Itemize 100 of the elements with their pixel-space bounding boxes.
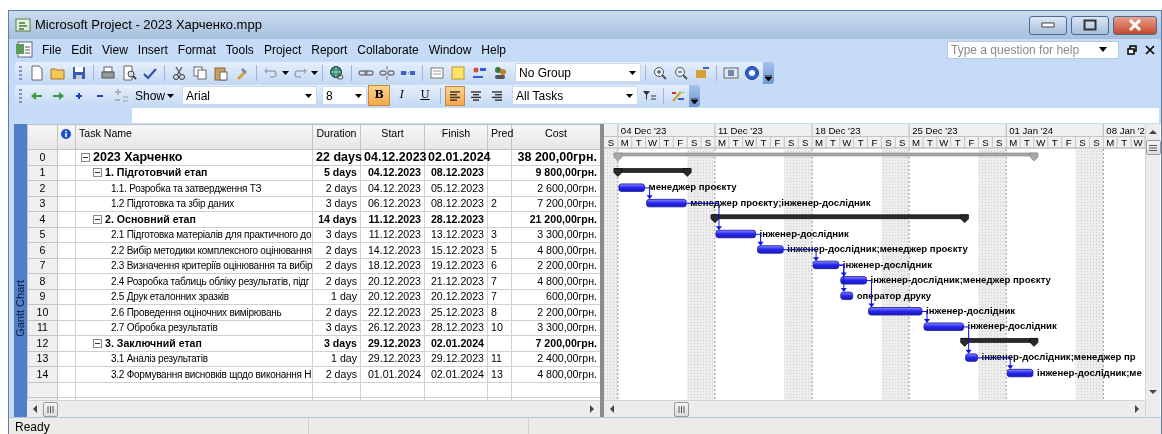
font-dropdown[interactable]: Arial xyxy=(182,86,318,105)
task-bar[interactable] xyxy=(923,322,964,331)
caret-icon[interactable] xyxy=(305,93,313,98)
scroll-thumb[interactable] xyxy=(43,401,58,417)
caret-icon[interactable] xyxy=(1098,47,1108,53)
collapse-icon[interactable] xyxy=(93,168,102,178)
table-cell: 02.01.2024 xyxy=(424,335,488,351)
task-bar[interactable] xyxy=(812,260,840,270)
restore-window-icon[interactable] xyxy=(1127,45,1137,55)
close-icon[interactable] xyxy=(1145,45,1155,55)
entry-field[interactable] xyxy=(132,108,1159,123)
underline-button[interactable]: U xyxy=(414,85,437,106)
column-header[interactable]: Task Name xyxy=(75,124,313,150)
collapse-icon[interactable] xyxy=(93,214,102,224)
caret-icon[interactable] xyxy=(626,93,634,98)
bar-label: менеджер проєкту xyxy=(648,181,737,193)
toolbar-options-icon[interactable] xyxy=(763,61,774,84)
task-bar[interactable] xyxy=(715,229,756,239)
up-arrow-icon[interactable] xyxy=(1149,129,1157,135)
table-cell: 2 days xyxy=(312,273,361,289)
minimize-icon[interactable] xyxy=(1041,22,1055,28)
italic-button[interactable]: I xyxy=(391,85,414,106)
task-bar[interactable] xyxy=(840,291,854,300)
task-bar[interactable] xyxy=(1006,368,1034,378)
minimize-button[interactable] xyxy=(1029,15,1067,35)
table-cell: 2 xyxy=(487,196,512,212)
day-label: M xyxy=(717,137,726,148)
bold-button[interactable]: B xyxy=(368,85,391,106)
right-arrow-icon[interactable] xyxy=(589,405,595,413)
info-icon xyxy=(61,129,71,140)
column-header[interactable]: Duration xyxy=(312,124,361,150)
day-label: T xyxy=(635,137,642,148)
table-cell: 22.12.2023 xyxy=(360,304,425,320)
table-cell: 15.12.2023 xyxy=(424,242,488,258)
menu-item[interactable]: Tools xyxy=(220,40,259,60)
table-cell: 20.12.2023 xyxy=(360,273,425,289)
table-cell: 2 days xyxy=(312,258,361,274)
column-header[interactable]: Pred xyxy=(487,124,512,150)
right-arrow-icon[interactable] xyxy=(1134,405,1140,413)
caret-icon[interactable] xyxy=(167,93,175,98)
document-icon[interactable] xyxy=(15,41,35,59)
column-header[interactable]: Finish xyxy=(424,124,488,150)
caret-icon[interactable] xyxy=(311,70,318,75)
summary-bar[interactable] xyxy=(710,214,969,224)
menu-item[interactable]: View xyxy=(97,40,133,60)
table-cell: 29.12.2023 xyxy=(360,351,425,367)
show-menu-button[interactable]: Show xyxy=(132,85,178,106)
filter-dropdown[interactable]: All Tasks xyxy=(512,86,639,105)
task-bar[interactable] xyxy=(840,276,867,285)
day-label: W xyxy=(1036,137,1046,148)
task-bar[interactable] xyxy=(757,245,784,254)
maximize-button[interactable] xyxy=(1071,15,1109,35)
help-search-field[interactable]: Type a question for help xyxy=(947,41,1119,59)
table-cell: 18.12.2023 xyxy=(360,258,425,274)
summary-bar[interactable] xyxy=(613,168,692,177)
left-arrow-icon[interactable] xyxy=(609,405,615,413)
scroll-thumb[interactable] xyxy=(1145,140,1161,155)
table-cell: 01.01.2024 xyxy=(360,366,425,382)
caret-icon[interactable] xyxy=(355,93,363,98)
menu-item[interactable]: File xyxy=(37,40,67,60)
table-cell: 13.12.2023 xyxy=(424,227,488,243)
menu-item[interactable]: Edit xyxy=(66,40,98,60)
task-bar[interactable] xyxy=(646,198,687,208)
day-label: M xyxy=(815,137,823,148)
down-arrow-icon[interactable] xyxy=(1149,389,1157,395)
collapse-icon[interactable] xyxy=(93,338,102,348)
group-dropdown[interactable]: No Group xyxy=(515,63,641,82)
horizontal-scrollbar[interactable] xyxy=(604,400,1145,417)
menu-item[interactable]: Window xyxy=(423,40,477,60)
table-cell: 14.12.2023 xyxy=(360,242,425,258)
bar-label: інженер-дослідник xyxy=(759,227,849,239)
menu-item[interactable]: Format xyxy=(172,40,221,60)
column-header[interactable]: Start xyxy=(360,124,425,150)
maximize-icon[interactable] xyxy=(1083,19,1097,31)
day-label: W xyxy=(842,137,852,148)
task-bar[interactable] xyxy=(965,353,978,362)
menu-item[interactable]: Collaborate xyxy=(352,40,424,60)
task-bar[interactable] xyxy=(618,183,645,192)
caret-icon[interactable] xyxy=(629,70,636,75)
horizontal-scrollbar[interactable] xyxy=(27,400,600,417)
menu-item[interactable]: Project xyxy=(258,40,307,60)
close-button[interactable] xyxy=(1113,15,1157,35)
caret-icon[interactable] xyxy=(282,70,289,75)
collapse-icon[interactable] xyxy=(81,152,90,162)
vertical-scrollbar[interactable] xyxy=(1145,124,1160,417)
left-arrow-icon[interactable] xyxy=(32,405,38,413)
scroll-thumb[interactable] xyxy=(674,401,689,417)
project-summary-bar[interactable] xyxy=(613,152,1039,162)
font-size-dropdown[interactable]: 8 xyxy=(322,86,368,105)
table-cell: 28.12.2023 xyxy=(424,320,488,336)
toolbar-options-icon[interactable] xyxy=(689,84,701,107)
task-bar[interactable] xyxy=(868,307,923,316)
view-bar[interactable]: Gantt Chart xyxy=(14,124,27,417)
menu-item[interactable]: Insert xyxy=(132,40,173,60)
align-left-icon[interactable] xyxy=(445,85,466,106)
day-label: S xyxy=(607,137,615,148)
table-cell: 25.12.2023 xyxy=(424,304,488,320)
menu-item[interactable]: Report xyxy=(306,40,353,60)
menu-item[interactable]: Help xyxy=(476,40,511,60)
summary-bar[interactable] xyxy=(960,338,1039,347)
